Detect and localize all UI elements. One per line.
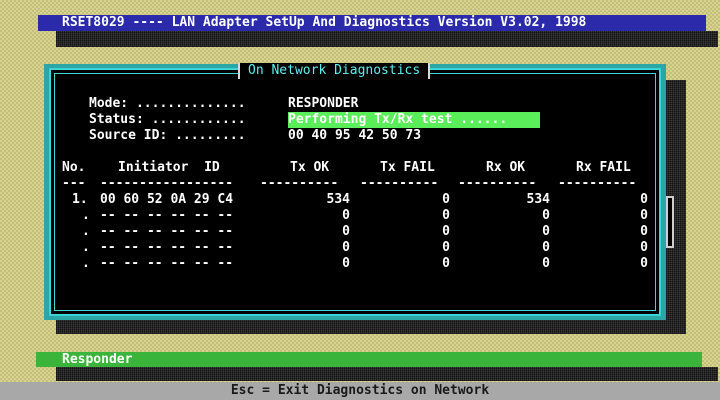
row-5-rx-ok: 0 <box>542 256 550 271</box>
row-1-tx-fail: 0 <box>442 192 450 207</box>
row-1-tx-ok: 534 <box>326 192 350 207</box>
row-3-no: . <box>82 224 90 239</box>
row-1-rx-fail: 0 <box>640 192 648 207</box>
row-5-no: . <box>82 256 90 271</box>
scrollbar-thumb[interactable] <box>666 196 674 248</box>
dialog-shadow-bottom <box>56 318 686 334</box>
row-5-tx-ok: 0 <box>342 256 350 271</box>
row-2-rx-ok: 0 <box>542 208 550 223</box>
row-4-no: . <box>82 240 90 255</box>
status-label: Status: ............ <box>89 112 246 127</box>
col-header-rx-ok: Rx OK <box>486 160 526 175</box>
title-bar-shadow <box>56 31 718 47</box>
row-2-rx-fail: 0 <box>640 208 648 223</box>
row-2-no: . <box>82 208 90 223</box>
row-4-rx-fail: 0 <box>640 240 648 255</box>
row-3-rx-fail: 0 <box>640 224 648 239</box>
col-header-tx-fail: Tx FAIL <box>380 160 435 175</box>
col-header-rx-fail: Rx FAIL <box>576 160 631 175</box>
row-5-initiator: -- -- -- -- -- -- <box>100 256 234 271</box>
row-1-initiator: 00 60 52 0A 29 C4 <box>100 192 234 207</box>
col-sep-tx-fail: ---------- <box>360 176 439 191</box>
source-id-label: Source ID: ......... <box>89 128 246 143</box>
row-2-initiator: -- -- -- -- -- -- <box>100 208 234 223</box>
col-sep-initiator: ----------------- <box>100 176 234 191</box>
row-3-tx-ok: 0 <box>342 224 350 239</box>
row-5-rx-fail: 0 <box>640 256 648 271</box>
row-5-tx-fail: 0 <box>442 256 450 271</box>
source-id-value: 00 40 95 42 50 73 <box>288 128 422 143</box>
col-header-initiator: Initiator ID <box>118 160 220 175</box>
mode-value: RESPONDER <box>288 96 359 111</box>
status-value: Performing Tx/Rx test ...... <box>288 112 540 128</box>
col-header-no: No. <box>62 160 86 175</box>
row-4-tx-fail: 0 <box>442 240 450 255</box>
row-3-rx-ok: 0 <box>542 224 550 239</box>
row-3-initiator: -- -- -- -- -- -- <box>100 224 234 239</box>
col-sep-no: --- <box>62 176 86 191</box>
app-title-bar: RSET8029 ---- LAN Adapter SetUp And Diag… <box>38 15 706 31</box>
col-header-tx-ok: Tx OK <box>290 160 330 175</box>
exit-hint-bar[interactable]: Esc = Exit Diagnostics on Network <box>0 382 720 400</box>
row-4-initiator: -- -- -- -- -- -- <box>100 240 234 255</box>
row-1-no: 1. <box>72 192 88 207</box>
row-2-tx-ok: 0 <box>342 208 350 223</box>
col-sep-tx-ok: ---------- <box>260 176 339 191</box>
row-2-tx-fail: 0 <box>442 208 450 223</box>
col-sep-rx-ok: ---------- <box>458 176 537 191</box>
dialog-title: On Network Diagnostics <box>238 63 431 79</box>
mode-label: Mode: .............. <box>89 96 246 111</box>
row-1-rx-ok: 534 <box>526 192 550 207</box>
row-4-tx-ok: 0 <box>342 240 350 255</box>
status-bar: Responder <box>36 352 702 367</box>
col-sep-rx-fail: ---------- <box>558 176 637 191</box>
row-3-tx-fail: 0 <box>442 224 450 239</box>
status-bar-shadow <box>56 367 718 381</box>
row-4-rx-ok: 0 <box>542 240 550 255</box>
